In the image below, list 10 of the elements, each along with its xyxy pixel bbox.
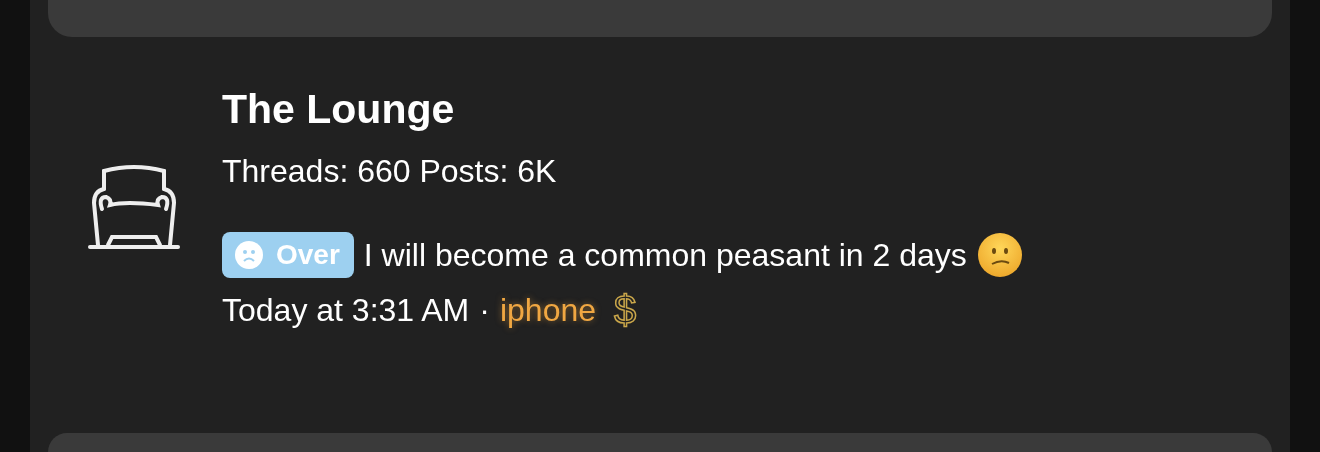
confused-face-icon <box>976 232 1023 278</box>
forum-stats: Threads: 660 Posts: 6K <box>222 152 558 191</box>
post-time: Today at 3:31 AM <box>222 291 470 330</box>
username-link[interactable]: iphone <box>499 290 596 330</box>
prefix-tag: Over <box>222 232 354 278</box>
sad-face-icon <box>234 240 264 270</box>
thread-link[interactable]: I will become a common peasant in 2 days <box>363 233 967 277</box>
forum-title[interactable]: The Lounge <box>222 85 1023 133</box>
separator: · <box>479 291 490 330</box>
dollar-sign: $ <box>614 290 637 330</box>
